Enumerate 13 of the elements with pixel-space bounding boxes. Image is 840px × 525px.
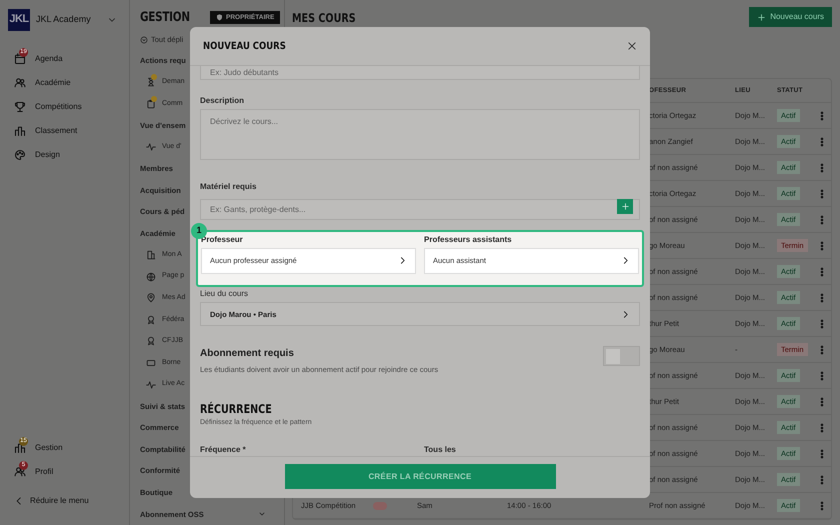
section-title: GESTION bbox=[140, 8, 188, 27]
page-title: MES COURS bbox=[292, 10, 356, 27]
field-label: Tous les bbox=[424, 444, 457, 456]
field-label: Description bbox=[200, 95, 246, 108]
setting-title: Abonnement requis bbox=[200, 347, 295, 362]
academy-name: JKL Academy bbox=[36, 12, 92, 26]
academy-logo: JKL bbox=[8, 8, 30, 30]
field-label: Fréquence * bbox=[200, 444, 247, 456]
field-label: Lieu du cours bbox=[200, 288, 250, 300]
field-label: Professeurs assistants bbox=[424, 234, 513, 246]
field-label: Matériel requis bbox=[200, 180, 258, 193]
dialog-title: NOUVEAU COURS bbox=[203, 40, 286, 54]
section-heading: RÉCURRENCE bbox=[200, 400, 272, 418]
